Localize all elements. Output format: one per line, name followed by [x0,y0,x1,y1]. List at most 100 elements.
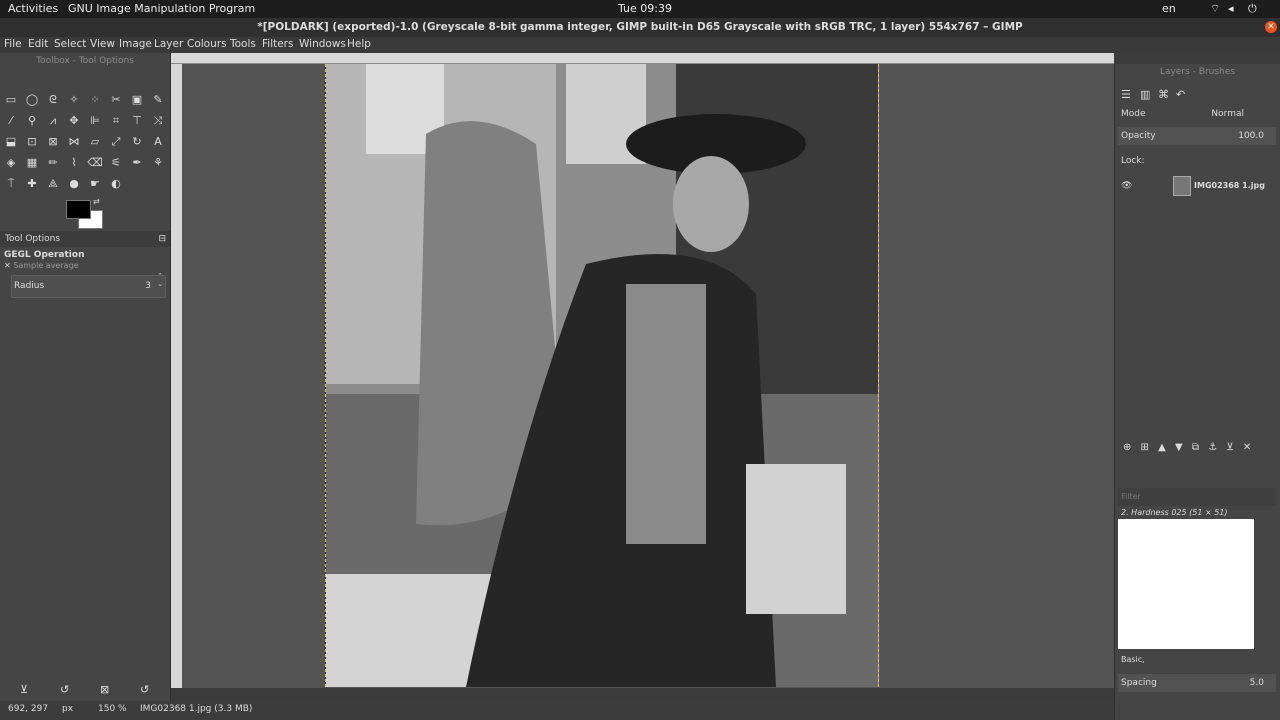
volume-icon[interactable]: ◂ [1228,2,1234,15]
smudge-icon[interactable]: ☛ [86,175,104,193]
menu-view[interactable]: View [90,38,115,50]
radius-spinner[interactable]: Radius 3 ⌃ ⌄ [11,272,166,298]
activities-button[interactable]: Activities [8,2,58,15]
menu-filters[interactable]: Filters [262,38,293,50]
mode-value[interactable]: Normal [1211,105,1244,123]
opacity-label: Opacity [1121,131,1156,141]
mypaint-brush-icon[interactable]: ⚘ [149,154,167,172]
eraser-icon[interactable]: ⌫ [86,154,104,172]
menu-colours[interactable]: Colours [187,38,227,50]
opacity-value[interactable]: 100.0 [1238,127,1264,145]
paths-tab-icon[interactable]: ⌘ [1158,88,1169,101]
menu-layer[interactable]: Layer [154,38,183,50]
menu-tools[interactable]: Tools [230,38,256,50]
menu-help[interactable]: Help [347,38,371,50]
scissors-icon[interactable]: ✂ [107,91,125,109]
perspective-clone-icon[interactable]: ⟁ [44,175,62,193]
layers-tab-icon[interactable]: ☰ [1121,88,1131,101]
brush-preset[interactable]: Basic, [1118,651,1276,669]
ink-icon[interactable]: ✒ [128,154,146,172]
clone-icon[interactable]: ⍑ [2,175,20,193]
align-icon[interactable]: ⊫ [86,112,104,130]
lasso-icon[interactable]: ᘓ [44,91,62,109]
menu-file[interactable]: File [4,38,22,50]
pencil-icon[interactable]: ✏ [44,154,62,172]
crop-icon[interactable]: ⌗ [107,112,125,130]
system-top-bar: Activities GNU Image Manipulation Progra… [0,0,1280,18]
perspective-icon[interactable]: ⊠ [44,133,62,151]
reset-options-icon[interactable]: ↺ [140,683,149,696]
eye-icon[interactable]: 👁 [1121,181,1132,191]
unified-transform-icon[interactable]: ⊤ [128,112,146,130]
warp-transform-icon[interactable]: ⤨ [149,112,167,130]
flip-icon[interactable]: ⋈ [65,133,83,151]
menu-bar: File Edit Select View Image Layer Colour… [0,37,1280,53]
restore-options-icon[interactable]: ↺ [60,683,69,696]
status-bar: 692, 297 px 150 % IMG02368 1.jpg (3.3 MB… [0,701,1114,720]
mode-row[interactable]: Mode Normal [1118,105,1276,123]
move-icon[interactable]: ✥ [65,112,83,130]
zoom-icon[interactable]: ⚲ [23,112,41,130]
rect-select-icon[interactable]: ▭ [2,91,20,109]
airbrush-icon[interactable]: ⚟ [107,154,125,172]
foreground-color[interactable] [66,200,91,219]
spacing-row[interactable]: Spacing 5.0 [1118,674,1276,692]
select-by-color-icon[interactable]: ⁘ [86,91,104,109]
network-icon[interactable]: ⌔ [1210,2,1220,16]
save-options-icon[interactable]: ⊻ [20,683,28,696]
scale-icon[interactable]: ⤢ [107,133,125,151]
close-window-button[interactable]: ✕ [1265,21,1277,33]
gradient-icon[interactable]: ▦ [23,154,41,172]
spacing-value[interactable]: 5.0 [1250,674,1264,692]
menu-image[interactable]: Image [119,38,152,50]
power-icon[interactable]: ⏻ [1248,2,1257,16]
fg-bg-colors[interactable]: ⇄ [66,197,106,230]
cage-transform-icon[interactable]: ⊡ [23,133,41,151]
photo-illustration [326,64,878,687]
handle-transform-icon[interactable]: ⬓ [2,133,20,151]
shear-icon[interactable]: ▱ [86,133,104,151]
app-menu[interactable]: GNU Image Manipulation Program [68,2,255,15]
close-icon[interactable]: ✕ [4,261,11,270]
text-icon[interactable]: A [149,133,167,151]
paths-icon[interactable]: ✎ [149,91,167,109]
blur-icon[interactable]: ● [65,175,83,193]
lock-label: Lock: [1121,156,1145,166]
mode-label: Mode [1121,109,1146,119]
measure-icon[interactable]: ⩘ [44,112,62,130]
language-indicator[interactable]: en [1162,2,1176,15]
layer-row[interactable]: 👁 IMG02368 1.jpg [1118,176,1276,196]
menu-edit[interactable]: Edit [28,38,48,50]
sample-average-row[interactable]: ✕ Sample average [0,260,170,271]
paintbrush-icon[interactable]: ⌇ [65,154,83,172]
menu-select[interactable]: Select [54,38,86,50]
delete-options-icon[interactable]: ⊠ [100,683,109,696]
menu-windows[interactable]: Windows [299,38,346,50]
unit-selector[interactable]: px [62,704,73,714]
panel-menu-icon[interactable]: ⊟ [158,231,166,247]
fuzzy-select-icon[interactable]: ✧ [65,91,83,109]
spin-arrows-icon[interactable]: ⌃ ⌄ [157,272,163,288]
heal-icon[interactable]: ✚ [23,175,41,193]
channels-tab-icon[interactable]: ▥ [1140,88,1150,101]
layer-name[interactable]: IMG02368 1.jpg [1194,176,1265,196]
window-title: *[POLDARK] (exported)-1.0 (Greyscale 8-b… [0,18,1280,37]
tool-options-panel: Tool Options ⊟ GEGL Operation ✕ Sample av… [0,231,170,298]
vertical-ruler [171,64,182,688]
radius-value[interactable]: 3 [145,276,151,297]
swap-colors-icon[interactable]: ⇄ [93,197,100,206]
canvas-area[interactable] [182,64,1114,688]
image-canvas[interactable] [325,64,879,687]
zoom-selector[interactable]: 150 % [98,704,127,714]
ellipse-select-icon[interactable]: ◯ [23,91,41,109]
tab-tool-options[interactable]: Tool Options ⊟ [0,231,170,247]
foreground-select-icon[interactable]: ▣ [128,91,146,109]
clock[interactable]: Tue 09:39 [618,2,672,15]
undo-tab-icon[interactable]: ↶ [1176,88,1185,101]
brush-grid[interactable] [1118,519,1254,649]
bucket-fill-icon[interactable]: ◈ [2,154,20,172]
opacity-row[interactable]: Opacity 100.0 [1118,127,1276,145]
color-picker-icon[interactable]: ⁄ [2,112,20,130]
rotate-icon[interactable]: ↻ [128,133,146,151]
dodge-burn-icon[interactable]: ◐ [107,175,125,193]
